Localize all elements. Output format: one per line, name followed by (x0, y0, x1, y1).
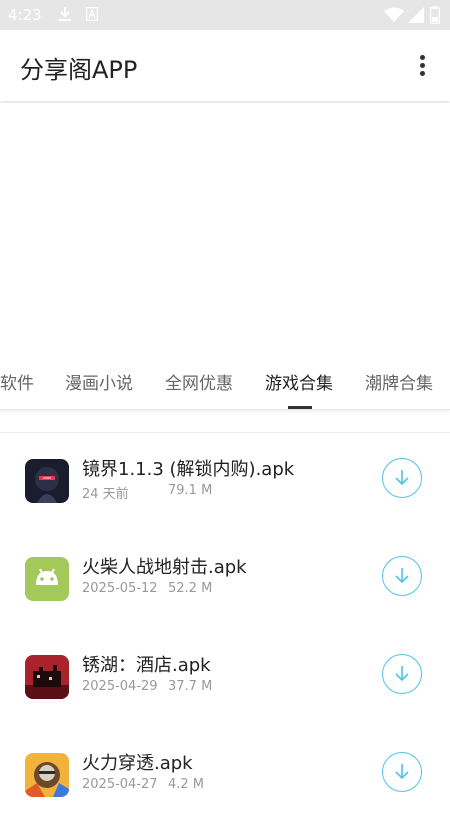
file-name: 火力穿透.apk (82, 753, 193, 774)
download-button[interactable] (382, 654, 422, 694)
category-tabs: 软件 漫画小说 全网优惠 游戏合集 潮牌合集 (0, 351, 450, 410)
file-size: 37.7 M (168, 679, 213, 694)
tab-deals[interactable]: 全网优惠 (165, 369, 233, 394)
wifi-icon (384, 7, 404, 22)
file-date: 24 天前 (82, 487, 129, 502)
file-name: 镜界1.1.3 (解锁内购).apk (82, 459, 295, 480)
file-date: 2025-05-12 (82, 581, 158, 596)
list-item[interactable]: 镜界1.1.3 (解锁内购).apk 24 天前 79.1 M (0, 433, 450, 531)
file-name: 锈湖：酒店.apk (82, 655, 211, 676)
more-vert-icon[interactable] (412, 52, 432, 80)
arrow-down-icon (395, 470, 409, 486)
hotel-cover-icon (25, 655, 69, 699)
file-date: 2025-04-29 (82, 679, 158, 694)
file-size: 79.1 M (168, 483, 213, 498)
tab-comics-novels[interactable]: 漫画小说 (65, 369, 133, 394)
file-size: 4.2 M (168, 777, 205, 792)
android-icon (25, 557, 69, 601)
game-cover-icon (25, 459, 69, 503)
tab-games[interactable]: 游戏合集 (265, 369, 333, 394)
file-date: 2025-04-27 (82, 777, 158, 792)
file-size: 52.2 M (168, 581, 213, 596)
signal-icon (408, 7, 424, 23)
tab-indicator (288, 406, 312, 409)
banner-area (0, 103, 450, 351)
app-a-icon (86, 7, 98, 21)
download-button[interactable] (382, 752, 422, 792)
download-button[interactable] (382, 458, 422, 498)
status-time: 4:23 (8, 6, 42, 24)
tab-fashion[interactable]: 潮牌合集 (365, 369, 433, 394)
tab-software[interactable]: 软件 (0, 369, 34, 394)
status-bar: 4:23 (0, 0, 450, 30)
download-button[interactable] (382, 556, 422, 596)
file-list: 镜界1.1.3 (解锁内购).apk 24 天前 79.1 M 火柴人战地射击.… (0, 432, 450, 801)
app-bar: 分享阁APP (0, 30, 450, 101)
arrow-down-icon (395, 568, 409, 584)
list-item[interactable]: 火力穿透.apk 2025-04-27 4.2 M (0, 727, 450, 825)
list-item[interactable]: 火柴人战地射击.apk 2025-05-12 52.2 M (0, 531, 450, 629)
arrow-down-icon (395, 764, 409, 780)
arrow-down-icon (395, 666, 409, 682)
battery-icon (430, 6, 440, 24)
app-title: 分享阁APP (20, 56, 138, 84)
shooter-cover-icon (25, 753, 69, 797)
download-icon (59, 7, 71, 21)
list-item[interactable]: 锈湖：酒店.apk 2025-04-29 37.7 M (0, 629, 450, 727)
file-name: 火柴人战地射击.apk (82, 557, 247, 578)
